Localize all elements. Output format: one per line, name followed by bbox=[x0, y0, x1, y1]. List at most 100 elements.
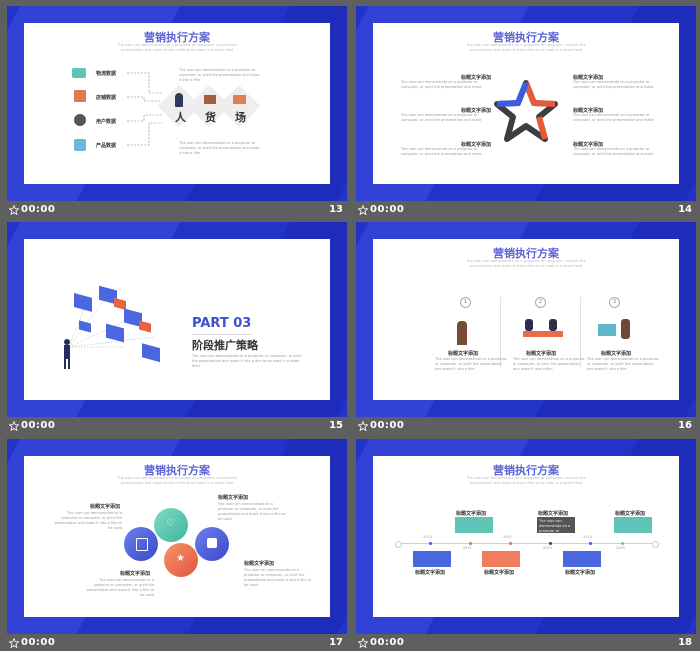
timing: 00:00 bbox=[21, 637, 56, 648]
step-marker: 3 bbox=[609, 297, 620, 308]
item-label: 标题文字添加 bbox=[615, 511, 646, 517]
timeline-card-blue bbox=[563, 551, 601, 567]
slide-frame: 营销执行方案 The user can demonstrate on a pro… bbox=[356, 6, 696, 201]
slide-content: 营销执行方案 The user can demonstrate on a pro… bbox=[373, 239, 679, 400]
slide-frame: 营销执行方案 The user can demonstrate on a pro… bbox=[356, 222, 696, 417]
item-label: 标题文字添加 bbox=[244, 561, 275, 567]
timeline-card-blue bbox=[413, 551, 451, 567]
item-label: 标题文字添加 bbox=[415, 570, 446, 576]
item-label: 标题文字添加 bbox=[565, 570, 596, 576]
star-badge-icon: ★ bbox=[176, 553, 185, 564]
walking-person-icon bbox=[457, 321, 467, 345]
slide-subtitle: The user can demonstrate on a projector … bbox=[466, 43, 586, 52]
note-text: The user can demonstrate on a projector … bbox=[401, 147, 482, 156]
slide-thumbnail-17[interactable]: 营销执行方案 The user can demonstrate on a pro… bbox=[7, 439, 347, 651]
star-icon[interactable] bbox=[9, 205, 19, 215]
note-text: The user can demonstrate on a projector … bbox=[54, 511, 122, 530]
slide-subtitle: The user can demonstrate on a projector … bbox=[466, 476, 586, 485]
star-icon[interactable] bbox=[9, 421, 19, 431]
timing: 00:00 bbox=[21, 420, 56, 431]
item-label: 标题文字添加 bbox=[120, 571, 151, 577]
slide-thumbnail-15[interactable]: PART 03 阶段推广策略 The user can demonstrate … bbox=[7, 222, 347, 434]
note-text: The user can demonstrate on a projector … bbox=[435, 357, 507, 371]
step-marker: 2 bbox=[535, 297, 546, 308]
note-text: The user can demonstrate on a projector … bbox=[573, 147, 654, 156]
slide-frame: 营销执行方案 The user can demonstrate on a pro… bbox=[7, 6, 347, 201]
note-text: The user can demonstrate on a projector … bbox=[244, 568, 312, 587]
item-label: 标题文字添加 bbox=[448, 351, 479, 357]
timing: 00:00 bbox=[21, 204, 56, 215]
section-heading: 阶段推广策略 bbox=[192, 339, 258, 352]
slide-meta: 00:00 17 bbox=[7, 636, 347, 651]
star-icon[interactable] bbox=[9, 638, 19, 648]
note-text: The user can demonstrate on a projector … bbox=[86, 578, 154, 597]
timeline-card-orange bbox=[482, 551, 520, 567]
char-goods: 货 bbox=[205, 111, 216, 124]
meeting-table-icon bbox=[523, 331, 563, 337]
timeline-card-teal bbox=[614, 517, 652, 533]
item-label: 标题文字添加 bbox=[90, 504, 121, 510]
slide-number: 15 bbox=[329, 420, 343, 431]
part-label: PART 03 bbox=[192, 316, 252, 331]
timing: 00:00 bbox=[370, 204, 405, 215]
char-place: 场 bbox=[235, 111, 246, 124]
store-icon bbox=[233, 95, 246, 104]
isometric-screens-illustration bbox=[64, 285, 160, 369]
year-label: 2015 bbox=[616, 546, 625, 550]
slide-number: 16 bbox=[678, 420, 692, 431]
note-text: The user can demonstrate on a projector … bbox=[401, 113, 482, 122]
timeline-axis bbox=[398, 543, 654, 544]
note-text: The user can demonstrate on a projector … bbox=[573, 80, 654, 89]
item-label: 标题文字添加 bbox=[456, 511, 487, 517]
timing: 00:00 bbox=[370, 637, 405, 648]
desk-monitor-icon bbox=[598, 324, 616, 336]
star-icon[interactable] bbox=[358, 421, 368, 431]
slide-thumbnail-16[interactable]: 营销执行方案 The user can demonstrate on a pro… bbox=[356, 222, 696, 434]
star-diagram bbox=[494, 80, 558, 142]
slide-meta: 00:00 16 bbox=[356, 419, 696, 434]
star-icon[interactable] bbox=[358, 638, 368, 648]
slide-thumbnail-14[interactable]: 营销执行方案 The user can demonstrate on a pro… bbox=[356, 6, 696, 218]
slide-meta: 00:00 15 bbox=[7, 419, 347, 434]
thumbs-up-icon bbox=[207, 538, 217, 548]
slide-content: PART 03 阶段推广策略 The user can demonstrate … bbox=[24, 239, 330, 400]
timeline-card-teal bbox=[455, 517, 493, 533]
clipboard-icon bbox=[136, 538, 148, 551]
star-icon[interactable] bbox=[358, 205, 368, 215]
note-text: The user can demonstrate on a projector … bbox=[513, 357, 585, 371]
note-text: The user can demonstrate on a projector … bbox=[573, 113, 654, 122]
note-text: The user can demonstrate on a projector … bbox=[192, 354, 302, 368]
note-text: The user can demonstrate on a projector … bbox=[179, 141, 260, 155]
heart-icon: ♡ bbox=[166, 518, 175, 529]
slide-content: 营销执行方案 The user can demonstrate on a pro… bbox=[24, 456, 330, 617]
year-label: 2011 bbox=[463, 546, 472, 550]
cart-icon bbox=[204, 95, 216, 104]
slide-meta: 00:00 14 bbox=[356, 203, 696, 218]
slide-thumbnail-18[interactable]: 营销执行方案 The user can demonstrate on a pro… bbox=[356, 439, 696, 651]
slide-content: 营销执行方案 The user can demonstrate on a pro… bbox=[373, 456, 679, 617]
note-text: The user can demonstrate on a projector … bbox=[401, 80, 482, 89]
slide-thumbnail-13[interactable]: 营销执行方案 The user can demonstrate on a pro… bbox=[7, 6, 347, 218]
slide-frame: 营销执行方案 The user can demonstrate on a pro… bbox=[356, 439, 696, 634]
slide-meta: 00:00 18 bbox=[356, 636, 696, 651]
slide-content: 营销执行方案 The user can demonstrate on a pro… bbox=[24, 23, 330, 184]
item-label: 标题文字添加 bbox=[526, 351, 557, 357]
step-marker: 1 bbox=[460, 297, 471, 308]
card-text: The user can demonstrate on a projector … bbox=[539, 519, 571, 538]
item-label: 标题文字添加 bbox=[218, 495, 249, 501]
slide-frame: 营销执行方案 The user can demonstrate on a pro… bbox=[7, 439, 347, 634]
slide-number: 13 bbox=[329, 204, 343, 215]
slide-number: 17 bbox=[329, 637, 343, 648]
item-label: 标题文字添加 bbox=[538, 511, 569, 517]
slide-subtitle: The user can demonstrate on a projector … bbox=[117, 476, 237, 485]
char-person: 人 bbox=[175, 111, 186, 124]
person-icon bbox=[175, 93, 183, 107]
year-label: 2012 bbox=[503, 535, 512, 539]
slide-frame: PART 03 阶段推广策略 The user can demonstrate … bbox=[7, 222, 347, 417]
item-label: 标题文字添加 bbox=[484, 570, 515, 576]
slide-subtitle: The user can demonstrate on a projector … bbox=[466, 259, 586, 268]
note-text: The user can demonstrate on a projector … bbox=[218, 502, 286, 521]
slide-meta: 00:00 13 bbox=[7, 203, 347, 218]
slide-number: 14 bbox=[678, 204, 692, 215]
slide-number: 18 bbox=[678, 637, 692, 648]
